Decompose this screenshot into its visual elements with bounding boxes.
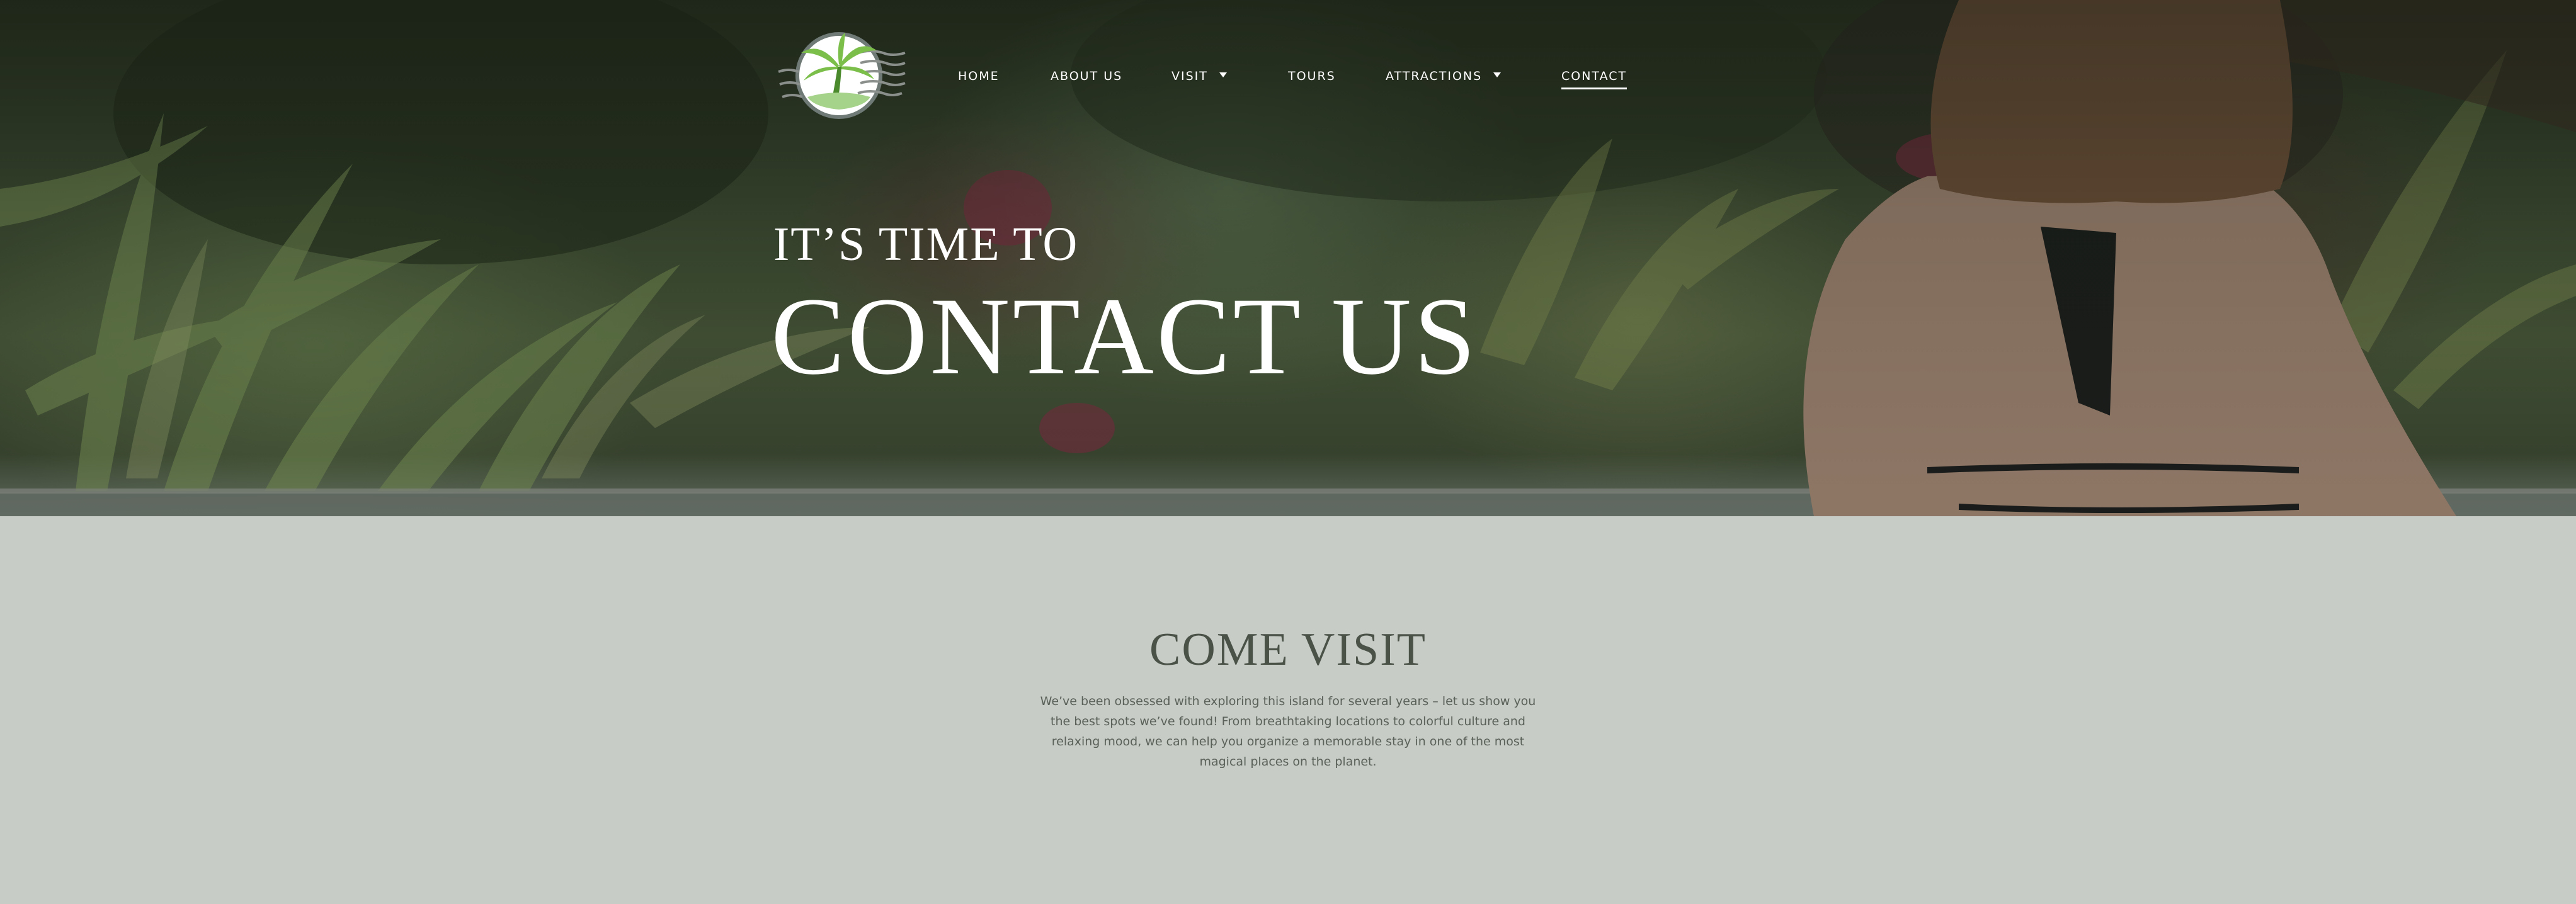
nav-attractions[interactable]: ATTRACTIONS: [1386, 67, 1502, 86]
chevron-down-icon[interactable]: [1493, 72, 1502, 77]
come-visit-section: COME VISIT We’ve been obsessed with expl…: [0, 516, 2576, 904]
section-title: COME VISIT: [1149, 624, 1427, 675]
nav-visit-label: VISIT: [1171, 69, 1208, 83]
hero-title: CONTACT US: [771, 275, 1478, 398]
nav-attractions-label: ATTRACTIONS: [1386, 69, 1483, 83]
section-body: We’ve been obsessed with exploring this …: [1040, 694, 1536, 769]
nav-contact-label: CONTACT: [1561, 69, 1627, 83]
chevron-down-icon[interactable]: [1219, 72, 1227, 77]
nav-tours[interactable]: TOURS: [1288, 67, 1336, 86]
hero-banner: HOME ABOUT US VISIT TOURS ATTRACTIONS CO…: [0, 0, 2576, 516]
nav-contact[interactable]: CONTACT: [1561, 67, 1627, 89]
nav-tours-label: TOURS: [1288, 69, 1336, 83]
nav-visit[interactable]: VISIT: [1171, 67, 1227, 86]
hero-kicker: IT’S TIME TO: [773, 218, 1079, 271]
nav-about-us-label: ABOUT US: [1051, 69, 1123, 83]
nav-home[interactable]: HOME: [958, 67, 1000, 86]
nav-home-label: HOME: [958, 69, 1000, 83]
nav-about-us[interactable]: ABOUT US: [1051, 67, 1122, 86]
palm-tree-stamp-icon[interactable]: [776, 28, 908, 122]
